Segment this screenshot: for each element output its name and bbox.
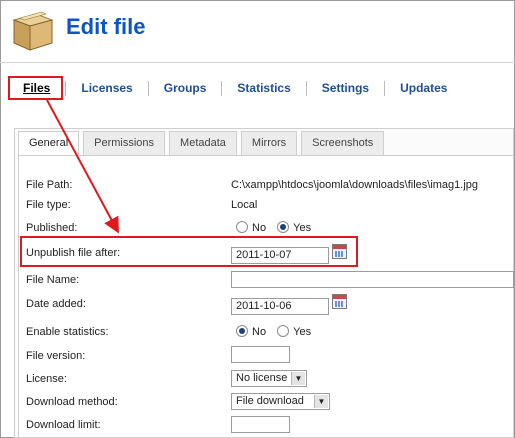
box-icon: [12, 11, 54, 51]
enable-statistics-radio-group: No Yes: [236, 323, 319, 341]
header: Edit file: [0, 0, 515, 62]
nav-groups[interactable]: Groups: [149, 80, 223, 96]
license-selected-value: No license: [236, 372, 288, 384]
license-select[interactable]: No license ▼: [231, 370, 307, 387]
page-title: Edit file: [66, 14, 146, 39]
tab-metadata[interactable]: Metadata: [169, 131, 237, 155]
statistics-yes-radio[interactable]: [277, 325, 290, 337]
file-type-label: File type:: [26, 199, 71, 211]
header-divider: [0, 62, 515, 63]
published-no-radio[interactable]: [236, 221, 248, 233]
statistics-no-radio[interactable]: [236, 325, 248, 337]
published-no-label: No: [252, 222, 267, 234]
date-added-label: Date added:: [26, 298, 86, 310]
chevron-down-icon: ▼: [314, 395, 328, 408]
file-type-value: Local: [231, 199, 258, 211]
file-version-label: File version:: [26, 350, 86, 362]
date-added-input[interactable]: 2011-10-06: [231, 298, 329, 315]
published-radio-group: No Yes: [236, 219, 319, 237]
tab-permissions[interactable]: Permissions: [83, 131, 166, 155]
published-yes-label: Yes: [293, 222, 312, 234]
nav-licenses[interactable]: Licenses: [66, 80, 149, 96]
date-added-calendar-icon[interactable]: [332, 294, 347, 309]
unpublish-highlight-box: [20, 236, 358, 267]
enable-statistics-label: Enable statistics:: [26, 326, 109, 338]
file-name-input[interactable]: [231, 271, 514, 288]
download-limit-label: Download limit:: [26, 419, 101, 431]
download-method-selected-value: File download: [236, 395, 304, 407]
file-path-value: C:\xampp\htdocs\joomla\downloads\files\i…: [231, 179, 479, 191]
published-label: Published:: [26, 222, 78, 234]
download-limit-input[interactable]: [231, 416, 290, 433]
file-path-label: File Path:: [26, 179, 73, 191]
download-method-select[interactable]: File download ▼: [231, 393, 330, 410]
nav-updates[interactable]: Updates: [385, 81, 462, 96]
file-version-input[interactable]: [231, 346, 290, 363]
main-nav: Files Licenses Groups Statistics Setting…: [8, 76, 462, 100]
published-yes-radio[interactable]: [277, 221, 290, 233]
chevron-down-icon: ▼: [291, 372, 305, 385]
files-highlight-box: [8, 76, 63, 100]
tab-general[interactable]: General: [18, 131, 80, 156]
tab-mirrors[interactable]: Mirrors: [240, 131, 298, 155]
tab-bar: General Permissions Metadata Mirrors Scr…: [14, 131, 385, 156]
download-method-label: Download method:: [26, 396, 118, 408]
tab-screenshots[interactable]: Screenshots: [301, 131, 385, 155]
nav-settings[interactable]: Settings: [307, 80, 386, 96]
statistics-yes-label: Yes: [293, 326, 312, 338]
statistics-no-label: No: [252, 326, 267, 338]
nav-statistics[interactable]: Statistics: [222, 80, 307, 96]
file-name-label: File Name:: [26, 274, 80, 286]
license-label: License:: [26, 373, 67, 385]
